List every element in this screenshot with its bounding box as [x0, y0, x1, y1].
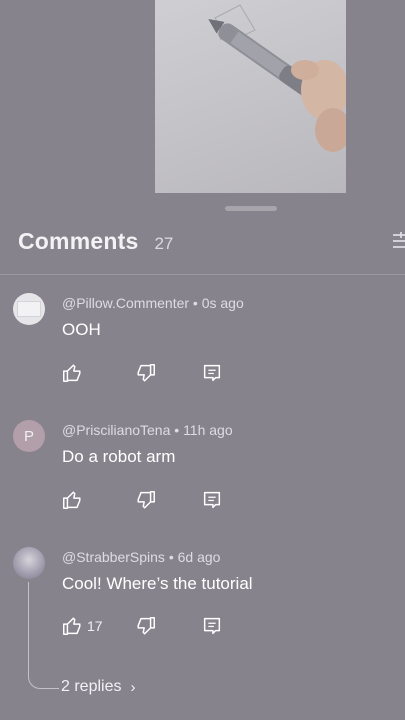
- comment-time: 6d ago: [177, 549, 221, 565]
- meta-separator: •: [164, 549, 178, 565]
- avatar[interactable]: [13, 547, 45, 579]
- pen-drawing-image: [208, 4, 346, 152]
- thumbs-down-icon[interactable]: [135, 362, 157, 384]
- avatar[interactable]: [13, 293, 45, 325]
- reply-icon[interactable]: [201, 489, 223, 511]
- thumbs-down-icon[interactable]: [135, 615, 157, 637]
- comment-meta: @PriscilianoTena • 11h ago: [62, 422, 233, 438]
- video-thumbnail[interactable]: [155, 0, 346, 193]
- meta-separator: •: [170, 422, 184, 438]
- drag-handle[interactable]: [225, 206, 277, 211]
- comment-meta: @Pillow.Commenter • 0s ago: [62, 295, 244, 311]
- comments-header: Comments 27: [18, 228, 173, 258]
- thumbs-down-icon[interactable]: [135, 489, 157, 511]
- meta-separator: •: [189, 295, 202, 311]
- reply-icon[interactable]: [201, 362, 223, 384]
- chevron-right-icon: ›: [130, 678, 136, 696]
- avatar-letter: P: [23, 427, 34, 445]
- thumbs-up-icon[interactable]: [61, 489, 83, 511]
- comment-author[interactable]: @StrabberSpins: [62, 549, 165, 565]
- comment-meta: @StrabberSpins • 6d ago: [62, 549, 220, 565]
- thread-connector: [28, 582, 59, 689]
- comment-author[interactable]: @Pillow.Commenter: [62, 295, 189, 311]
- avatar[interactable]: P: [13, 420, 45, 452]
- comment-time: 11h ago: [183, 422, 233, 438]
- replies-button[interactable]: 2 replies ›: [61, 678, 135, 696]
- filter-icon[interactable]: [393, 231, 405, 251]
- replies-label: 2 replies: [61, 678, 122, 695]
- comments-count: 27: [154, 234, 174, 253]
- reply-icon[interactable]: [201, 615, 223, 637]
- like-count: 17: [87, 618, 103, 634]
- comment-text: Do a robot arm: [62, 447, 176, 466]
- comment-author[interactable]: @PriscilianoTena: [62, 422, 170, 438]
- header-divider: [0, 274, 405, 275]
- thumbs-up-icon[interactable]: [61, 615, 83, 637]
- comment-text: Cool! Where’s the tutorial: [62, 574, 253, 593]
- comment-text: OOH: [62, 320, 101, 339]
- comments-title: Comments: [18, 228, 139, 254]
- comment-time: 0s ago: [201, 295, 244, 311]
- thumbs-up-icon[interactable]: [61, 362, 83, 384]
